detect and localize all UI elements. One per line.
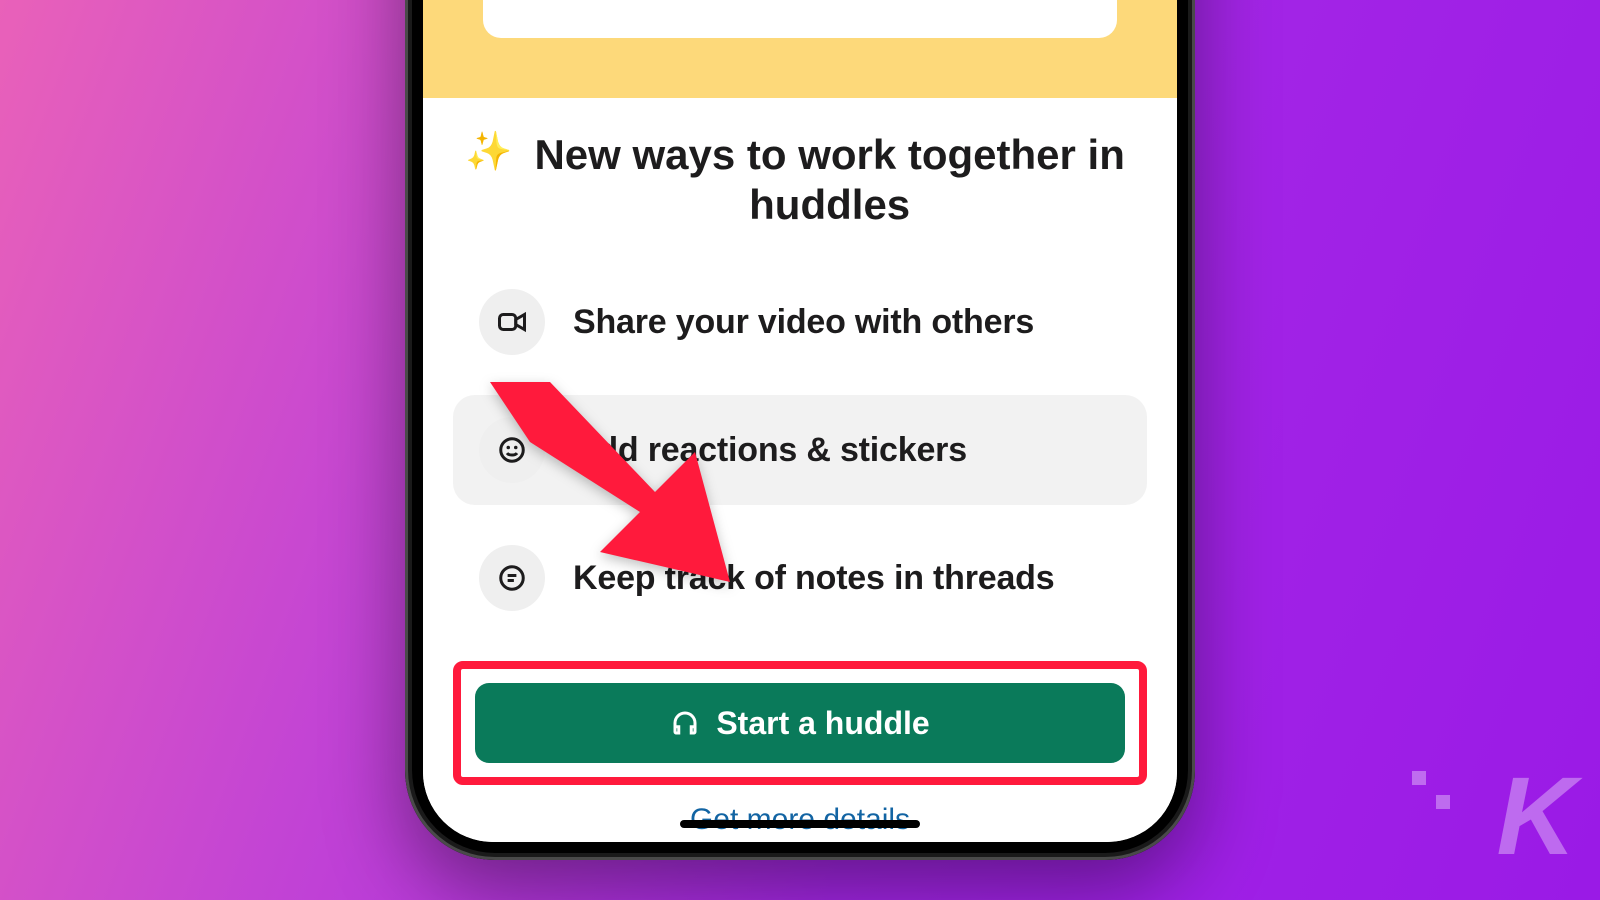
cta-highlight-box: Start a huddle	[453, 661, 1147, 785]
feature-label: Keep track of notes in threads	[573, 559, 1054, 598]
start-huddle-button[interactable]: Start a huddle	[475, 683, 1125, 763]
feature-row-video: Share your video with others	[453, 267, 1147, 377]
video-icon	[479, 289, 545, 355]
cta-label: Start a huddle	[716, 705, 929, 742]
phone-screen: ✨ New ways to work together in huddles S…	[423, 0, 1177, 842]
home-indicator	[680, 820, 920, 828]
headphones-icon	[670, 708, 700, 738]
sparkles-icon: ✨	[465, 130, 512, 176]
feature-label: Add reactions & stickers	[573, 431, 967, 470]
headline: ✨ New ways to work together in huddles	[453, 130, 1147, 229]
feature-label: Share your video with others	[573, 303, 1034, 342]
feature-row-threads: Keep track of notes in threads	[453, 523, 1147, 633]
illustration-band	[423, 0, 1177, 98]
headline-text: New ways to work together in huddles	[524, 130, 1135, 229]
phone-frame: ✨ New ways to work together in huddles S…	[405, 0, 1195, 860]
smile-icon	[479, 417, 545, 483]
feature-row-reactions: Add reactions & stickers	[453, 395, 1147, 505]
watermark-logo: K	[1497, 753, 1572, 880]
thread-icon	[479, 545, 545, 611]
watermark-dots	[1412, 771, 1450, 785]
content-area: ✨ New ways to work together in huddles S…	[423, 98, 1177, 842]
